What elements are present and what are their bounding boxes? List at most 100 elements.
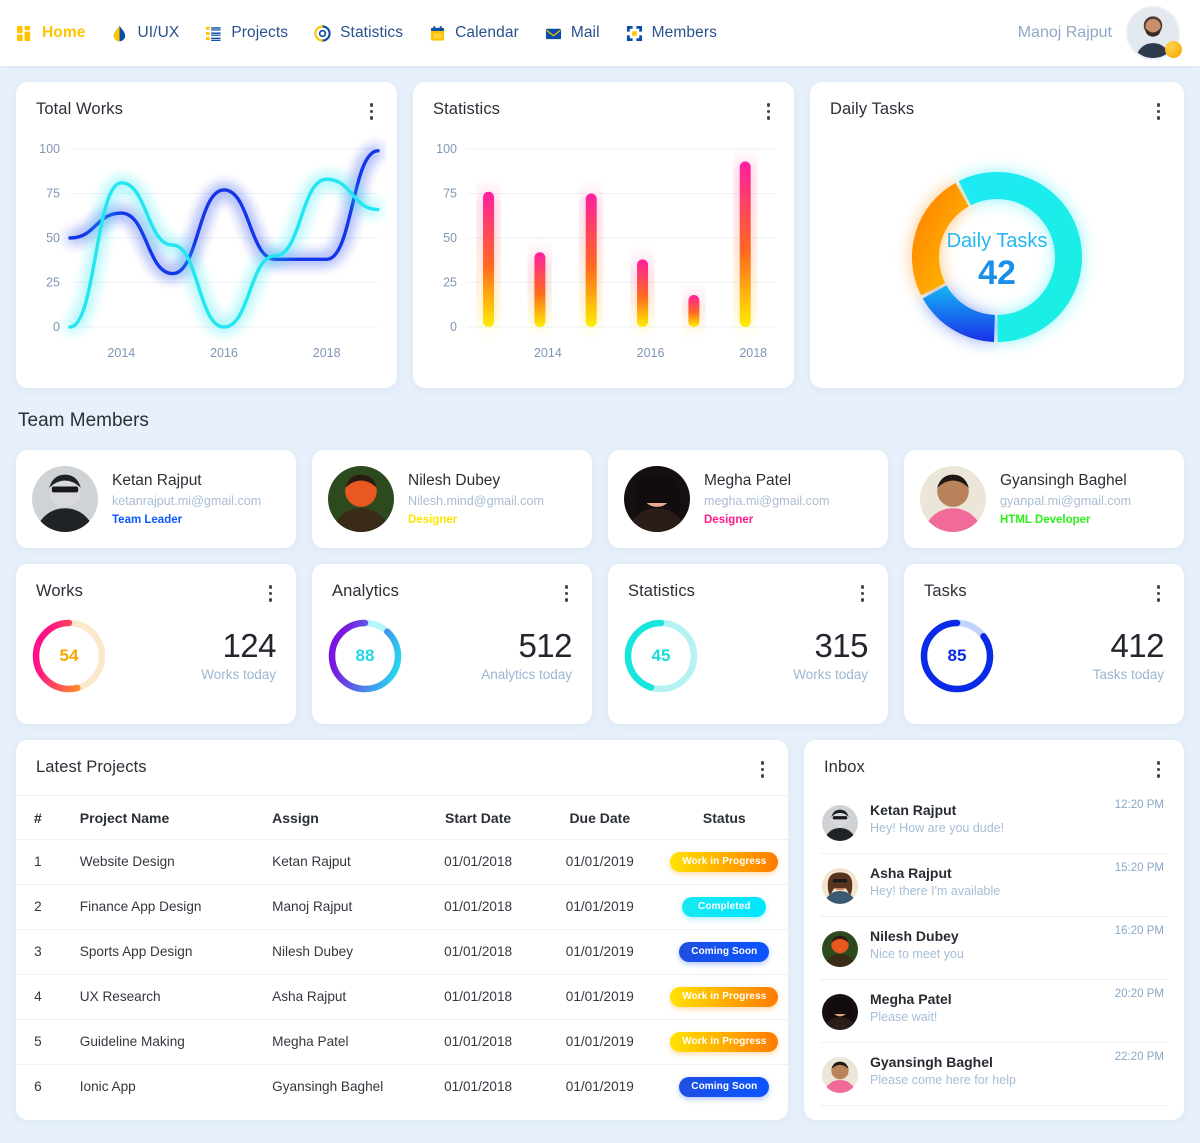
bar (739, 160, 751, 327)
card-header: Analytics (312, 564, 592, 605)
status-badge[interactable]: Coming Soon (679, 1076, 770, 1097)
table-col-header: Start Date (417, 794, 539, 840)
nav-item-calendar[interactable]: Calendar (429, 24, 519, 42)
member-photo-icon (822, 867, 858, 904)
cell-project-name: Website Design (59, 839, 263, 885)
y-tick-label: 50 (46, 231, 60, 245)
member-email: Nilesh.mind@gmail.com (408, 494, 544, 508)
table-row[interactable]: 6 Ionic App Gyansingh Baghel 01/01/2018 … (16, 1064, 788, 1109)
team-member-card[interactable]: Gyansingh Baghel gyanpal.mi@gmail.com HT… (904, 450, 1184, 548)
progress-value: 54 (59, 645, 79, 665)
cell-assign: Megha Patel (262, 1019, 418, 1065)
nav-items: Home UI/UX Projects Statistics Calendar … (16, 24, 717, 42)
status-badge[interactable]: Coming Soon (679, 941, 770, 962)
cell-num: 2 (16, 884, 60, 930)
message-time: 16:20 PM (1114, 924, 1164, 937)
kebab-menu-icon[interactable] (763, 100, 775, 123)
stat-number: 512 (518, 626, 572, 664)
cell-start-date: 01/01/2018 (444, 1079, 513, 1094)
card-header: Works (16, 564, 296, 605)
nav-item-statistics[interactable]: Statistics (314, 24, 403, 42)
message-time: 15:20 PM (1114, 861, 1164, 874)
kebab-menu-icon[interactable] (1153, 100, 1165, 123)
nav-item-uiux[interactable]: UI/UX (111, 24, 179, 42)
stat-subtitle: Analytics today (481, 667, 572, 683)
team-member-card[interactable]: Nilesh Dubey Nilesh.mind@gmail.com Desig… (312, 450, 592, 548)
message-body: Ketan Rajput Hey! How are you dude! (870, 802, 1004, 835)
member-name: Ketan Rajput (112, 472, 202, 489)
status-badge[interactable]: Completed (682, 896, 767, 917)
bar (688, 294, 700, 327)
progress-value: 45 (651, 645, 671, 665)
table-row[interactable]: 4 UX Research Asha Rajput 01/01/2018 01/… (16, 974, 788, 1020)
stat-body: 88 512 Analytics today (312, 605, 592, 695)
stat-body: 54 124 Works today (16, 605, 296, 695)
message-body: Megha Patel Please wait! (870, 991, 952, 1024)
nav-item-projects[interactable]: Projects (205, 24, 288, 42)
grid-icon (16, 25, 31, 41)
cell-status: Completed (660, 884, 788, 930)
message-preview: Please wait! (870, 1009, 938, 1024)
x-tick-label: 2014 (534, 346, 562, 360)
nav-item-home[interactable]: Home (16, 24, 85, 42)
bar-chart: 0 25 50 75 100 2014 2016 2018 (413, 123, 794, 384)
message-preview: Hey! there I'm available (870, 883, 1001, 898)
nav-item-mail[interactable]: Mail (545, 24, 600, 42)
nav-item-label: Mail (570, 24, 600, 41)
inbox-message-row[interactable]: Megha Patel Please wait! 20:20 PM (820, 980, 1168, 1043)
kebab-menu-icon[interactable] (1153, 582, 1165, 605)
team-member-card[interactable]: Megha Patel megha.mi@gmail.com Designer (608, 450, 888, 548)
stat-body: 45 315 Works today (608, 605, 888, 695)
kebab-menu-icon[interactable] (366, 100, 378, 123)
progress-value: 85 (947, 645, 967, 665)
inbox-message-row[interactable]: Gyansingh Baghel Please come here for he… (820, 1043, 1168, 1106)
kebab-menu-icon[interactable] (265, 582, 277, 605)
kebab-menu-icon[interactable] (1153, 758, 1165, 781)
table-row[interactable]: 3 Sports App Design Nilesh Dubey 01/01/2… (16, 929, 788, 975)
table-row[interactable]: 5 Guideline Making Megha Patel 01/01/201… (16, 1019, 788, 1065)
cell-status: Work in Progress (660, 839, 788, 885)
inbox-message-row[interactable]: Nilesh Dubey Nice to meet you 16:20 PM (820, 917, 1168, 980)
avatar[interactable] (1126, 6, 1182, 60)
card-title: Analytics (332, 582, 399, 600)
card-header: Latest Projects (16, 740, 788, 795)
member-name: Nilesh Dubey (408, 472, 501, 489)
kebab-menu-icon[interactable] (857, 582, 869, 605)
member-info: Ketan Rajput ketanrajput.mi@gmail.com Te… (112, 472, 261, 526)
team-row: Ketan Rajput ketanrajput.mi@gmail.com Te… (16, 450, 1184, 548)
cell-start-date: 01/01/2018 (417, 929, 539, 975)
member-avatar (328, 466, 394, 532)
message-time: 12:20 PM (1114, 798, 1164, 811)
stat-body: 85 412 Tasks today (904, 605, 1184, 695)
stats-row: Works 54 124 Works today Analytics 88 51… (16, 564, 1184, 724)
team-member-card[interactable]: Ketan Rajput ketanrajput.mi@gmail.com Te… (16, 450, 296, 548)
message-time: 20:20 PM (1114, 987, 1164, 1000)
card-title: Works (36, 582, 83, 600)
nav-item-label: Projects (231, 24, 289, 41)
bar (534, 251, 546, 327)
sender-name: Gyansingh Baghel (870, 1053, 993, 1070)
stat-subtitle: Works today (201, 667, 276, 683)
table-row[interactable]: 2 Finance App Design Manoj Rajput 01/01/… (16, 884, 788, 930)
kebab-menu-icon[interactable] (561, 582, 573, 605)
status-badge[interactable]: Work in Progress (670, 851, 779, 872)
inbox-message-row[interactable]: Asha Rajput Hey! there I'm available 15:… (820, 854, 1168, 917)
card-title: Inbox (824, 758, 865, 776)
member-photo-icon (328, 466, 394, 532)
table-row[interactable]: 1 Website Design Ketan Rajput 01/01/2018… (16, 839, 788, 885)
stat-number: 315 (814, 626, 868, 664)
nav-item-members[interactable]: Members (626, 24, 717, 42)
message-body: Nilesh Dubey Nice to meet you (870, 928, 964, 961)
nav-user-area[interactable]: Manoj Rajput (1018, 6, 1182, 60)
cell-start-date: 01/01/2018 (417, 884, 539, 930)
list-icon (206, 26, 221, 41)
card-title: Daily Tasks (830, 100, 915, 118)
cell-due-date: 01/01/2019 (538, 929, 661, 975)
dashboard-page: Home UI/UX Projects Statistics Calendar … (0, 0, 1200, 1143)
status-badge[interactable]: Work in Progress (670, 986, 779, 1007)
inbox-message-row[interactable]: Ketan Rajput Hey! How are you dude! 12:2… (820, 791, 1168, 854)
kebab-menu-icon[interactable] (757, 758, 769, 781)
y-tick-label: 100 (436, 142, 457, 156)
status-badge[interactable]: Work in Progress (670, 1031, 779, 1052)
stat-number: 124 (222, 626, 276, 664)
